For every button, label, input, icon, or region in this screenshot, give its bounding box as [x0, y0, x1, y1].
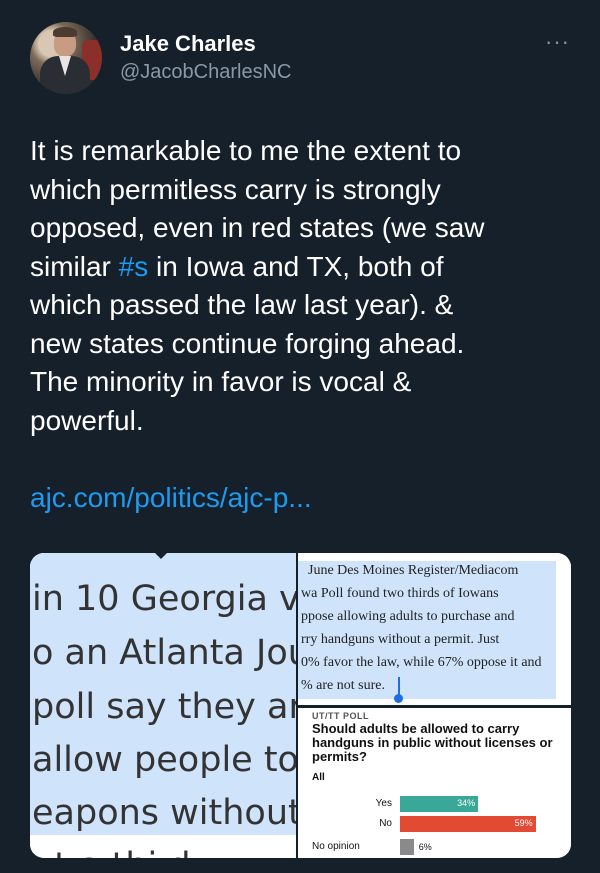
tweet-text-line: powerful. — [30, 404, 144, 436]
poll-category-label: Yes — [375, 798, 392, 809]
tweet-link[interactable]: ajc.com/politics/ajc-p... — [30, 482, 312, 514]
article-text-line: June Des Moines Register/Mediacom — [308, 563, 519, 578]
tweet-text-fragment: in Iowa and TX, both of — [156, 250, 444, 282]
more-options-icon[interactable]: ··· — [545, 29, 570, 55]
image-text-line: ut a thi d — [32, 846, 191, 858]
poll-bar-value: 6% — [418, 842, 432, 852]
media-image-poll[interactable]: UT/TT POLL Should adults be allowed to c… — [298, 708, 571, 858]
tweet-text: It is remarkable to me the extent to whi… — [30, 132, 575, 440]
poll-bar: 34% — [400, 796, 479, 812]
article-text-line: % are not sure. — [301, 678, 385, 693]
author-name[interactable]: Jake Charles — [120, 31, 256, 57]
article-text-line: ppose allowing adults to purchase and — [301, 609, 515, 624]
tweet-text-line: which permitless carry is strongly — [30, 173, 441, 205]
tweet-text-line: similar #s in Iowa and TX, both of — [30, 248, 575, 287]
avatar-hair-shape — [53, 27, 77, 37]
poll-category-label: No — [379, 818, 392, 829]
image-text-line: poll say they are — [32, 687, 296, 727]
hashtag-link[interactable]: #s — [119, 251, 149, 282]
image-text-line: in 10 Georgia vo — [32, 579, 296, 619]
article-text-line: 0% favor the law, while 67% oppose it an… — [301, 655, 542, 670]
poll-bar — [400, 839, 414, 855]
author-avatar[interactable] — [30, 22, 102, 94]
caret-icon — [155, 553, 167, 559]
poll-subgroup: All — [312, 772, 325, 783]
tweet-media[interactable]: in 10 Georgia vo o an Atlanta Jour poll … — [30, 553, 571, 858]
tweet-text-fragment: similar — [30, 250, 119, 282]
image-text-line: allow people to c — [32, 740, 296, 780]
tweet-text-line: new states continue forging ahead. — [30, 327, 465, 359]
poll-category-label: No opinion — [312, 841, 360, 852]
tweet-text-line: opposed, even in red states (we saw — [30, 212, 485, 243]
tweet-text-line: The minority in favor is vocal & — [30, 366, 412, 397]
tweet-text-line: It is remarkable to me the extent to — [30, 135, 462, 166]
article-text-line: rry handguns without a permit. Just — [301, 632, 500, 647]
image-text-line: eapons without a — [32, 793, 296, 833]
tweet-text-line: which passed the law last year). & — [30, 289, 454, 320]
poll-tag: UT/TT POLL — [312, 711, 369, 721]
selection-handle-icon[interactable] — [394, 694, 403, 703]
poll-question: Should adults be allowed to carry handgu… — [312, 721, 553, 764]
article-text-line: wa Poll found two thirds of Iowans — [301, 586, 499, 601]
media-image-article[interactable]: June Des Moines Register/Mediacom wa Pol… — [298, 553, 571, 705]
author-handle[interactable]: @JacobCharlesNC — [120, 61, 291, 84]
poll-bar-value: 34% — [457, 798, 476, 808]
poll-bar-value: 59% — [514, 818, 533, 828]
poll-bar: 59% — [400, 816, 536, 832]
media-image-left[interactable]: in 10 Georgia vo o an Atlanta Jour poll … — [30, 553, 296, 858]
image-text-line: o an Atlanta Jour — [32, 633, 296, 673]
